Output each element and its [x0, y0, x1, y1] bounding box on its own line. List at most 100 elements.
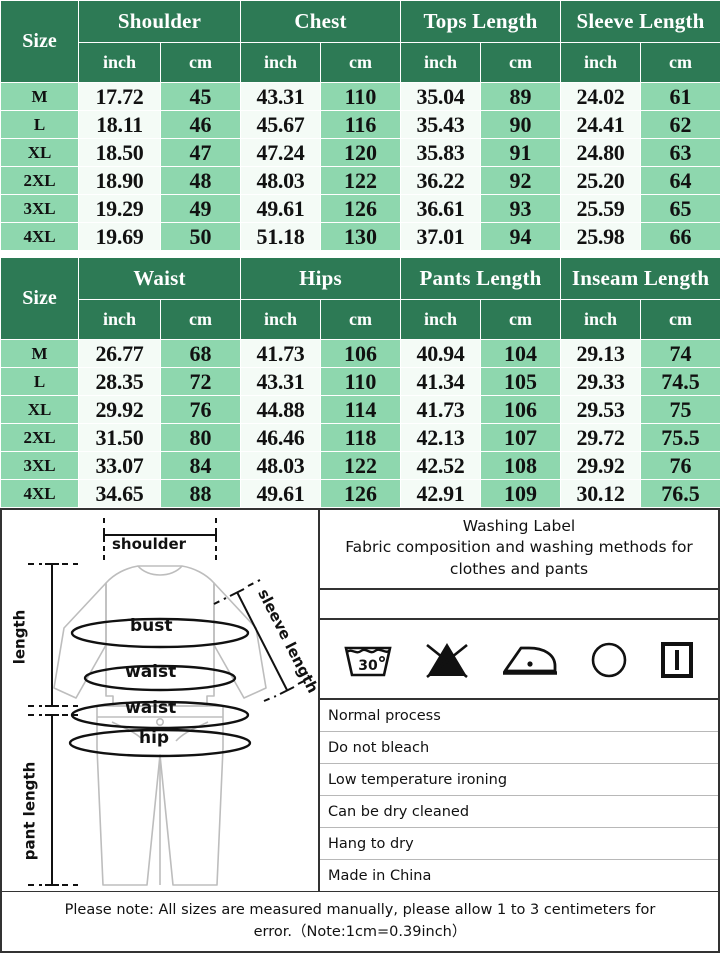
- tops-unit-1: cm: [159, 42, 242, 83]
- tops-cell: 43.31: [240, 82, 322, 111]
- tops-cell: 24.80: [560, 138, 642, 167]
- pants-cell: 29.13: [560, 339, 642, 368]
- pants-unit-2: inch: [240, 299, 321, 340]
- pants-cell: 118: [319, 423, 402, 452]
- pants-row-size: 2XL: [0, 423, 79, 452]
- pants-cell: 41.73: [240, 339, 321, 368]
- tops-cell: 63: [640, 138, 720, 167]
- pants-cell: 104: [480, 339, 562, 368]
- diagram-label-length: length: [10, 609, 29, 665]
- tops-cell: 50: [159, 222, 242, 251]
- pants-cell: 42.52: [400, 451, 482, 480]
- tops-cell: 25.59: [560, 194, 642, 223]
- pants-group-waist: Waist: [78, 257, 241, 300]
- tops-unit-0: inch: [78, 42, 161, 83]
- pants-cell: 108: [480, 451, 562, 480]
- diagram-label-bust: bust: [130, 616, 173, 636]
- pants-cell: 122: [319, 451, 402, 480]
- pants-group-header-row: Size Waist Hips Pants Length Inseam Leng…: [0, 257, 720, 340]
- pants-cell: 106: [480, 395, 562, 424]
- pants-cell: 44.88: [240, 395, 321, 424]
- tops-group-chest: Chest: [240, 0, 402, 43]
- tops-cell: 93: [480, 194, 562, 223]
- pants-cell: 76: [640, 451, 720, 480]
- pants-cell: 105: [480, 367, 562, 396]
- hang-to-dry-icon: [661, 642, 694, 679]
- table-row: 4XL 34.65 88 49.61 126 42.91 109 30.12 7…: [0, 479, 720, 508]
- tops-cell: 45.67: [240, 110, 322, 139]
- tops-size-header: Size: [0, 0, 79, 83]
- tops-cell: 62: [640, 110, 720, 139]
- tops-group-shoulder: Shoulder: [77, 0, 242, 43]
- table-row: 2XL 18.90 48 48.03 122 36.22 92 25.20 64: [0, 166, 720, 195]
- pants-cell: 110: [319, 367, 402, 396]
- pants-row-size: 4XL: [0, 479, 79, 508]
- pants-unit-5: cm: [480, 299, 562, 340]
- tops-group-sleeve-length: Sleeve Length: [560, 0, 720, 43]
- footer-note-line2: error.（Note:1cm=0.39inch）: [253, 923, 467, 940]
- tops-cell: 48.03: [240, 166, 322, 195]
- list-item: Can be dry cleaned: [320, 796, 718, 829]
- tops-row-size: 4XL: [0, 222, 79, 251]
- pants-cell: 107: [480, 423, 562, 452]
- pants-group-pants-length: Pants Length: [400, 257, 562, 300]
- pants-cell: 88: [160, 479, 241, 508]
- tops-cell: 49.61: [240, 194, 322, 223]
- tops-cell: 92: [480, 166, 562, 195]
- pants-unit-7: cm: [640, 299, 720, 340]
- care-instructions-list: Normal process Do not bleach Low tempera…: [320, 700, 718, 891]
- tops-cell: 90: [480, 110, 562, 139]
- tops-row-size: M: [0, 82, 79, 111]
- pants-cell: 76.5: [640, 479, 720, 508]
- pants-cell: 26.77: [78, 339, 161, 368]
- pants-unit-6: inch: [560, 299, 642, 340]
- table-row: L 28.35 72 43.31 110 41.34 105 29.33 74.…: [0, 367, 720, 396]
- tops-group-header-row: Size Shoulder Chest Tops Length Sleeve L…: [0, 0, 720, 83]
- tops-cell: 89: [480, 82, 562, 111]
- tops-cell: 47: [159, 138, 242, 167]
- tops-cell: 18.50: [78, 138, 161, 167]
- diagram-label-shoulder: shoulder: [112, 535, 187, 553]
- pants-cell: 29.72: [560, 423, 642, 452]
- pants-cell: 31.50: [78, 423, 161, 452]
- table-row: M 26.77 68 41.73 106 40.94 104 29.13 74: [0, 339, 720, 368]
- pants-unit-0: inch: [78, 299, 161, 340]
- tops-size-table: Size Shoulder Chest Tops Length Sleeve L…: [0, 0, 720, 251]
- tops-cell: 110: [320, 82, 402, 111]
- tops-unit-7: cm: [640, 42, 720, 83]
- diagram-label-hip: hip: [139, 728, 170, 748]
- tops-cell: 48: [159, 166, 242, 195]
- table-row: XL 29.92 76 44.88 114 41.73 106 29.53 75: [0, 395, 720, 424]
- tops-cell: 25.98: [560, 222, 642, 251]
- tops-cell: 64: [640, 166, 720, 195]
- pants-unit-1: cm: [160, 299, 241, 340]
- pants-unit-header-row: inch cm inch cm inch cm inch cm: [1, 299, 720, 340]
- measurement-diagram: shoulder length bust waist sleeve length…: [2, 510, 322, 891]
- pants-cell: 68: [160, 339, 241, 368]
- pants-cell: 30.12: [560, 479, 642, 508]
- tops-unit-5: cm: [480, 42, 562, 83]
- pants-unit-4: inch: [400, 299, 482, 340]
- tops-cell: 24.02: [560, 82, 642, 111]
- pants-unit-3: cm: [319, 299, 402, 340]
- washing-label-title-block: Washing Label Fabric composition and was…: [320, 510, 718, 591]
- tops-cell: 61: [640, 82, 720, 111]
- pants-size-header: Size: [0, 257, 79, 340]
- tops-cell: 122: [320, 166, 402, 195]
- tops-cell: 25.20: [560, 166, 642, 195]
- pants-group-inseam-length: Inseam Length: [560, 257, 720, 300]
- pants-cell: 72: [160, 367, 241, 396]
- tops-cell: 91: [480, 138, 562, 167]
- footer-note: Please note: All sizes are measured manu…: [0, 891, 720, 953]
- table-row: 4XL 19.69 50 51.18 130 37.01 94 25.98 66: [0, 222, 720, 251]
- tops-unit-header-row: inch cm inch cm inch cm inch cm: [1, 42, 720, 83]
- pants-cell: 74.5: [640, 367, 720, 396]
- pants-cell: 29.92: [560, 451, 642, 480]
- tops-cell: 18.11: [78, 110, 161, 139]
- do-not-bleach-icon: [426, 643, 469, 679]
- tops-unit-4: inch: [400, 42, 482, 83]
- pants-cell: 41.34: [400, 367, 482, 396]
- diagram-label-waist-pants: waist: [125, 698, 177, 718]
- pants-cell: 29.53: [560, 395, 642, 424]
- pants-cell: 41.73: [400, 395, 482, 424]
